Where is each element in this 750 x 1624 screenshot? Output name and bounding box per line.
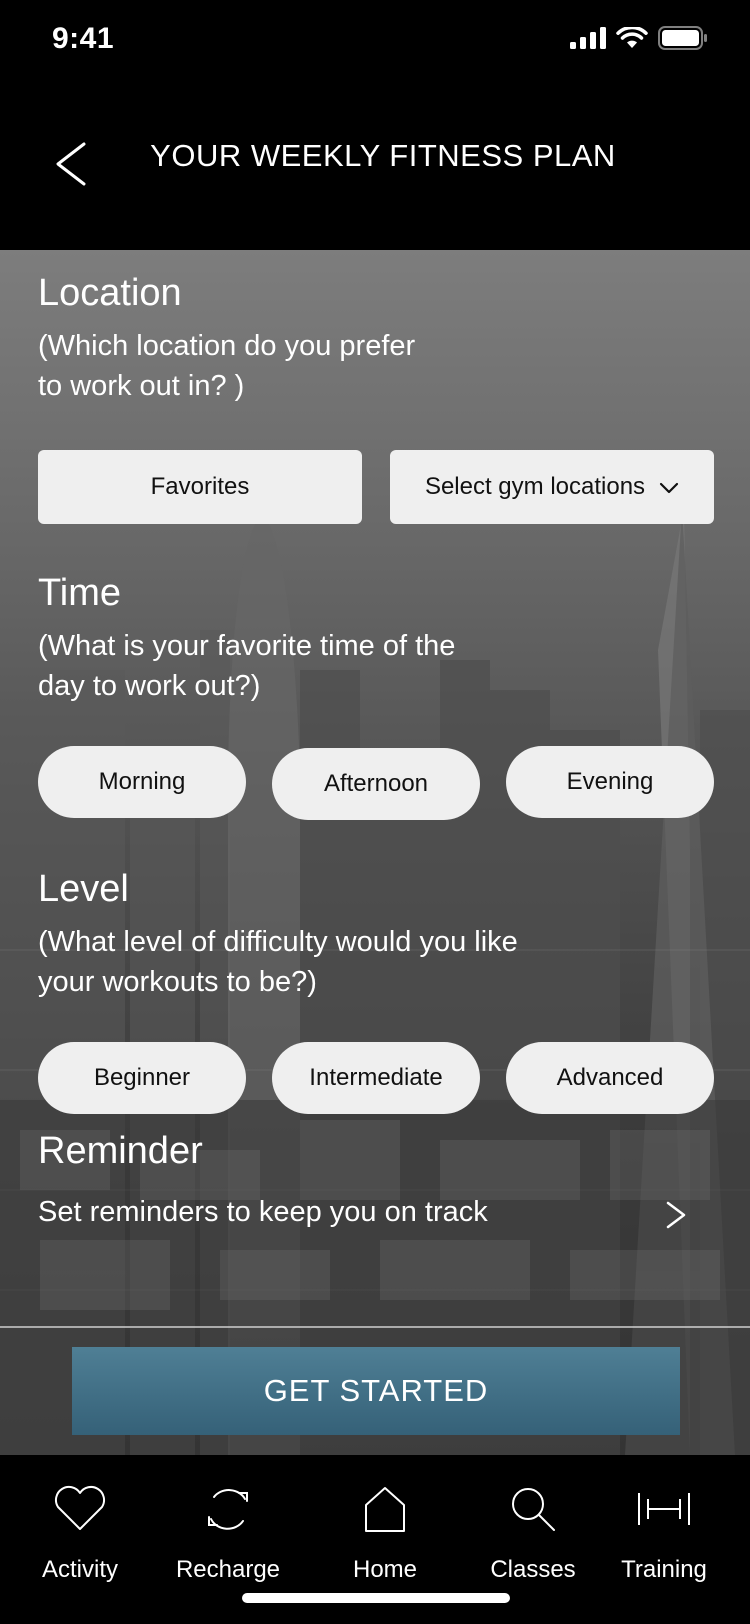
- tab-home[interactable]: Home: [315, 1455, 455, 1585]
- wifi-icon: [616, 27, 648, 48]
- level-option-beginner[interactable]: Beginner: [38, 1042, 246, 1114]
- tab-label: Home: [352, 1556, 418, 1583]
- search-icon: [512, 1488, 555, 1531]
- location-title: Location: [38, 272, 182, 314]
- level-option-label: Beginner: [93, 1064, 191, 1091]
- level-subtitle-line2: your workouts to be?): [38, 966, 317, 998]
- reminder-row[interactable]: Set reminders to keep you on track: [38, 1186, 688, 1242]
- status-bar: 9:41: [0, 0, 750, 84]
- status-time: 9:41: [52, 22, 115, 55]
- city-skyline-background: [0, 508, 750, 1455]
- get-started-button[interactable]: GET STARTED: [72, 1347, 680, 1435]
- time-option-evening[interactable]: Evening: [506, 746, 714, 818]
- time-option-label: Morning: [98, 768, 186, 795]
- reminder-subtitle: Set reminders to keep you on track: [38, 1196, 488, 1228]
- location-subtitle-line2: to work out in? ): [38, 370, 245, 402]
- tab-recharge[interactable]: Recharge: [158, 1455, 298, 1585]
- divider: [0, 1326, 750, 1328]
- battery-icon: [658, 26, 707, 50]
- time-subtitle-line1: (What is your favorite time of the: [38, 630, 456, 662]
- tab-classes[interactable]: Classes: [463, 1455, 603, 1585]
- time-option-afternoon[interactable]: Afternoon: [272, 748, 480, 820]
- level-subtitle-line1: (What level of difficulty would you like: [38, 926, 518, 958]
- favorites-button[interactable]: Favorites: [38, 450, 362, 524]
- level-option-label: Advanced: [556, 1064, 664, 1091]
- time-option-morning[interactable]: Morning: [38, 746, 246, 818]
- signal-icon: [570, 27, 606, 49]
- level-title: Level: [38, 868, 129, 910]
- tab-label: Classes: [490, 1556, 576, 1583]
- home-indicator: [242, 1593, 510, 1603]
- time-option-label: Afternoon: [323, 770, 429, 797]
- tab-label: Recharge: [175, 1556, 281, 1583]
- chevron-down-icon: [659, 473, 679, 501]
- dumbbell-icon: [638, 1493, 690, 1525]
- main-content: Location (Which location do you prefer t…: [0, 250, 750, 1455]
- tab-training[interactable]: Training: [594, 1455, 734, 1585]
- location-subtitle-line1: (Which location do you prefer: [38, 330, 416, 362]
- level-option-intermediate[interactable]: Intermediate: [272, 1042, 480, 1114]
- tab-label: Activity: [41, 1556, 118, 1583]
- heart-icon: [55, 1486, 105, 1530]
- tab-label: Training: [621, 1556, 707, 1583]
- chevron-right-icon: [666, 1201, 686, 1229]
- level-option-label: Intermediate: [309, 1064, 443, 1091]
- status-icons: [570, 26, 708, 50]
- get-started-label: GET STARTED: [263, 1373, 489, 1408]
- tab-bar: Activity Recharge Home Classes Training: [0, 1455, 750, 1624]
- page-title: YOUR WEEKLY FITNESS PLAN: [150, 138, 616, 173]
- favorites-button-label: Favorites: [150, 473, 250, 500]
- tab-activity[interactable]: Activity: [10, 1455, 150, 1585]
- nav-header: YOUR WEEKLY FITNESS PLAN: [0, 84, 750, 250]
- reminder-title: Reminder: [38, 1130, 203, 1172]
- home-icon: [365, 1487, 405, 1532]
- time-option-label: Evening: [566, 768, 654, 795]
- gym-location-select-label: Select gym locations: [424, 473, 646, 500]
- time-subtitle-line2: day to work out?): [38, 670, 261, 702]
- level-option-advanced[interactable]: Advanced: [506, 1042, 714, 1114]
- time-title: Time: [38, 572, 122, 614]
- recharge-icon: [208, 1489, 248, 1530]
- gym-location-select[interactable]: Select gym locations: [390, 450, 714, 524]
